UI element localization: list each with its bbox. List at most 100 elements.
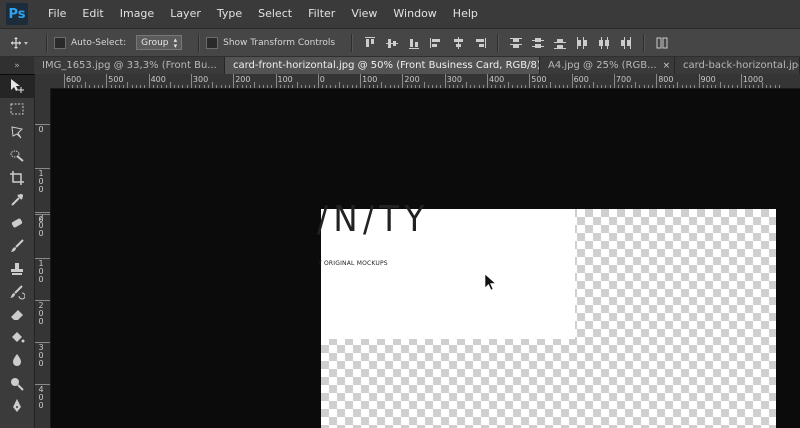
ruler-minor-tick: [292, 85, 294, 88]
ruler-origin[interactable]: [35, 74, 50, 88]
crop-tool[interactable]: [0, 166, 34, 189]
ruler-minor-tick: [525, 85, 527, 88]
eyedropper-tool[interactable]: [0, 189, 34, 212]
history-brush-tool[interactable]: [0, 280, 34, 303]
ruler-minor-tick: [398, 85, 400, 88]
ruler-minor-tick: [271, 85, 273, 88]
ruler-minor-tick: [123, 85, 125, 88]
auto-align-layers-button[interactable]: [655, 35, 669, 51]
ruler-minor-tick: [715, 85, 717, 88]
ruler-minor-tick: [749, 85, 751, 88]
lasso-tool[interactable]: [0, 121, 34, 144]
align-top-button[interactable]: [363, 35, 377, 51]
tab-a4[interactable]: A4.jpg @ 25% (RGB... ×: [540, 57, 675, 74]
ruler-minor-tick: [305, 85, 307, 88]
ruler-minor-tick: [351, 85, 353, 88]
distribute-bottom-button[interactable]: [553, 35, 567, 51]
distribute-vcenter-button[interactable]: [531, 35, 545, 51]
healing-brush-tool[interactable]: [0, 212, 34, 235]
menu-help[interactable]: Help: [445, 0, 486, 28]
menu-view[interactable]: View: [343, 0, 385, 28]
align-hcenter-button[interactable]: [451, 35, 465, 51]
pen-tool[interactable]: [0, 394, 34, 417]
paint-bucket-tool[interactable]: [0, 326, 34, 349]
menu-file[interactable]: File: [40, 0, 74, 28]
ruler-minor-tick: [385, 85, 387, 88]
ruler-tick: [698, 74, 700, 88]
clone-stamp-tool[interactable]: [0, 257, 34, 280]
marquee-tool[interactable]: [0, 98, 34, 121]
collapse-panel-icon[interactable]: »: [0, 57, 34, 74]
eraser-tool[interactable]: [0, 303, 34, 326]
quick-select-tool-icon: [10, 150, 24, 162]
dodge-tool[interactable]: [0, 371, 34, 394]
distribute-bottom-icon: [554, 38, 567, 49]
close-icon[interactable]: ×: [663, 61, 671, 71]
ruler-label: 300: [446, 75, 462, 84]
ruler-minor-tick: [110, 85, 112, 88]
ruler-minor-tick: [626, 85, 628, 88]
menu-window[interactable]: Window: [385, 0, 444, 28]
align-right-button[interactable]: [473, 35, 487, 51]
menu-layer[interactable]: Layer: [162, 0, 209, 28]
ruler-tick: [275, 74, 277, 88]
ruler-tick: [740, 74, 742, 88]
tab-img-1653[interactable]: IMG_1653.jpg @ 33,3% (Front Bu... ×: [34, 57, 225, 74]
ruler-minor-tick: [546, 85, 548, 88]
ruler-minor-tick: [241, 85, 243, 88]
ruler-minor-tick: [161, 85, 163, 88]
tab-card-back-horizontal[interactable]: card-back-horizontal.jpg @ 10: [675, 57, 800, 74]
ruler-minor-tick: [685, 85, 687, 88]
ruler-minor-tick: [72, 85, 74, 88]
menu-bar: Ps File Edit Image Layer Type Select Fil…: [0, 0, 800, 29]
options-bar: Auto-Select: Group ▴ ▾ Show Transform Con…: [0, 29, 800, 57]
ruler-label: 200: [235, 75, 251, 84]
distribute-right-button[interactable]: [619, 35, 633, 51]
align-vcenter-button[interactable]: [385, 35, 399, 51]
ruler-minor-tick: [440, 85, 442, 88]
ruler-minor-tick: [114, 85, 116, 88]
align-left-button[interactable]: [429, 35, 443, 51]
ruler-minor-tick: [668, 85, 670, 88]
menu-image[interactable]: Image: [112, 0, 162, 28]
ruler-minor-tick: [702, 85, 704, 88]
distribute-hcenter-button[interactable]: [597, 35, 611, 51]
tool-preset-picker[interactable]: [0, 36, 40, 49]
menu-filter[interactable]: Filter: [300, 0, 343, 28]
align-hcenter-icon: [454, 36, 464, 49]
ruler-minor-tick: [267, 85, 269, 88]
business-card-artwork[interactable]: /N/TY Y ORIGINAL MOCKUPS: [317, 199, 575, 339]
menu-select[interactable]: Select: [250, 0, 300, 28]
ruler-minor-tick: [118, 85, 120, 88]
document-tab-bar: » IMG_1653.jpg @ 33,3% (Front Bu... × ca…: [0, 57, 800, 74]
horizontal-ruler[interactable]: 600 500 400 300 200 100 0 100 200 300 400 500 600 700…: [50, 74, 800, 89]
quick-select-tool[interactable]: [0, 143, 34, 166]
show-transform-checkbox[interactable]: [206, 36, 219, 49]
align-bottom-button[interactable]: [407, 35, 421, 51]
ruler-minor-tick: [283, 85, 285, 88]
auto-select-checkbox[interactable]: [54, 36, 66, 49]
tab-card-front-horizontal[interactable]: card-front-horizontal.jpg @ 50% (Front B…: [225, 57, 540, 74]
ruler-minor-tick: [102, 85, 104, 88]
move-tool[interactable]: [0, 75, 34, 98]
ruler-minor-tick: [651, 85, 653, 88]
menu-type[interactable]: Type: [209, 0, 250, 28]
distribute-left-button[interactable]: [575, 35, 589, 51]
ruler-minor-tick: [296, 82, 298, 88]
auto-select-dropdown[interactable]: Group ▴ ▾: [136, 35, 183, 50]
ruler-minor-tick: [300, 85, 302, 88]
document-transparent-area[interactable]: /N/TY Y ORIGINAL MOCKUPS: [317, 199, 776, 428]
ruler-tick: [64, 74, 65, 88]
brush-tool[interactable]: [0, 235, 34, 258]
photoshop-logo: Ps: [6, 3, 28, 25]
menu-edit[interactable]: Edit: [74, 0, 111, 28]
blur-tool[interactable]: [0, 349, 34, 372]
vertical-ruler[interactable]: 01002000100200300400: [35, 88, 51, 428]
ruler-minor-tick: [173, 85, 175, 88]
document-canvas[interactable]: /N/TY Y ORIGINAL MOCKUPS: [51, 89, 800, 428]
ruler-minor-tick: [427, 85, 429, 88]
tools-panel: [0, 75, 35, 428]
ruler-label: 400: [150, 75, 166, 84]
ruler-minor-tick: [567, 85, 569, 88]
distribute-top-button[interactable]: [509, 35, 523, 51]
